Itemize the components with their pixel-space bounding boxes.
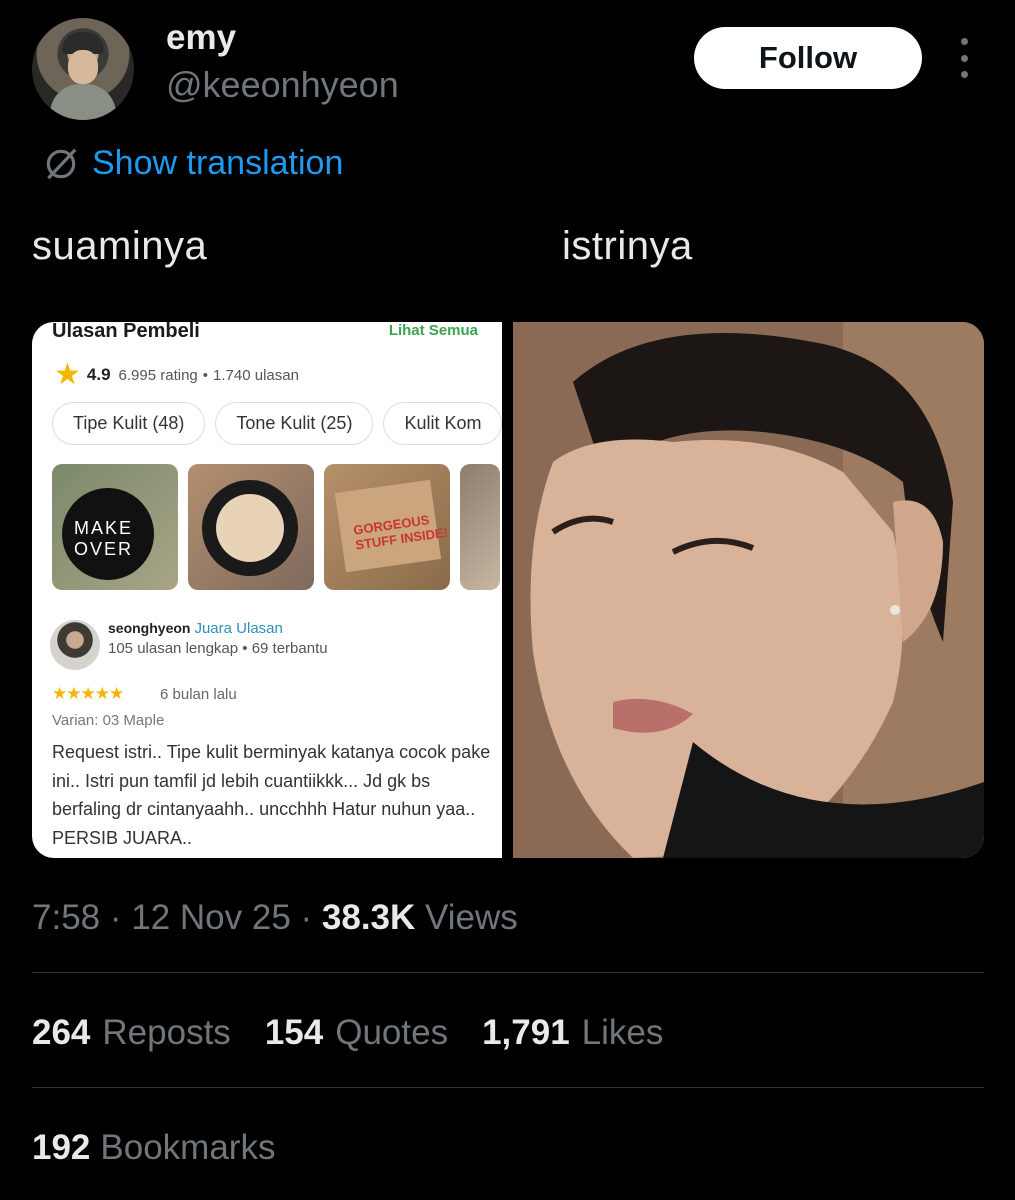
star-icon: ★ [54,358,81,391]
review-title: Ulasan Pembeli [52,322,200,342]
post-text-right: istrinya [562,224,693,268]
review-filter-chips: Tipe Kulit (48) Tone Kulit (25) Kulit Ko… [52,402,502,445]
review-see-all: Lihat Semua [388,322,478,339]
author-handle[interactable]: @keeonhyeon [166,64,399,106]
review-variant: Varian: 03 Maple [52,712,165,729]
reviewer-meta: 105 ulasan lengkap • 69 terbantu [108,640,328,657]
chip: Kulit Kom [383,402,502,445]
translate-globe-icon [46,148,77,179]
views-label: Views [425,898,518,937]
review-body: Request istri.. Tipe kulit berminyak kat… [52,742,491,848]
reposts-stat[interactable]: 264 Reposts [32,1013,231,1053]
views-count: 38.3K [321,898,416,937]
review-photos: MAKE OVER GORGEOUS STUFF INSIDE! [52,464,500,590]
review-rating: ★ 4.9 6.995 rating • 1.740 ulasan [54,358,299,391]
follow-button[interactable]: Follow [694,27,922,89]
reviewer-avatar [50,620,100,670]
divider [32,1087,984,1088]
divider [32,972,984,973]
more-vertical-icon[interactable] [952,38,976,78]
post-image-review[interactable]: Ulasan Pembeli Lihat Semua ★ 4.9 6.995 r… [32,322,502,858]
review-score: 4.9 [86,365,111,384]
chip: Tipe Kulit (48) [52,402,206,445]
review-rating-count: 6.995 rating [118,366,198,384]
review-stars: ★★★★★ [52,684,124,703]
show-translation-label: Show translation [92,144,344,182]
reviewer-name: seonghyeon [108,620,191,636]
engagement-stats: 264 Reposts 154 Quotes 1,791 Likes [32,1013,697,1053]
post-timestamp: 7:58 · 12 Nov 25 · 38.3K Views [32,898,518,937]
review-photo [188,464,314,590]
show-translation-link[interactable]: Show translation [42,144,343,183]
review-photo: GORGEOUS STUFF INSIDE! [324,464,450,590]
reviewer: seonghyeon Juara Ulasan 105 ulasan lengka… [50,620,328,670]
review-photo: MAKE OVER [52,464,178,590]
bookmarks-stat[interactable]: 192 Bookmarks [32,1128,275,1168]
post-time: 7:58 [32,898,101,937]
reviewer-badge: Juara Ulasan [194,620,283,637]
post-date[interactable]: 12 Nov 25 [131,898,291,937]
post-image-portrait[interactable] [513,322,984,858]
author-avatar[interactable] [32,18,134,120]
likes-stat[interactable]: 1,791 Likes [482,1013,663,1053]
portrait-photo [513,322,984,858]
review-when: 6 bulan lalu [160,686,237,703]
chip: Tone Kulit (25) [215,402,374,445]
author-name[interactable]: emy [166,18,236,58]
post-text-left: suaminya [32,224,208,268]
quotes-stat[interactable]: 154 Quotes [265,1013,448,1053]
review-photo [460,464,500,590]
review-count: 1.740 ulasan [213,366,299,384]
